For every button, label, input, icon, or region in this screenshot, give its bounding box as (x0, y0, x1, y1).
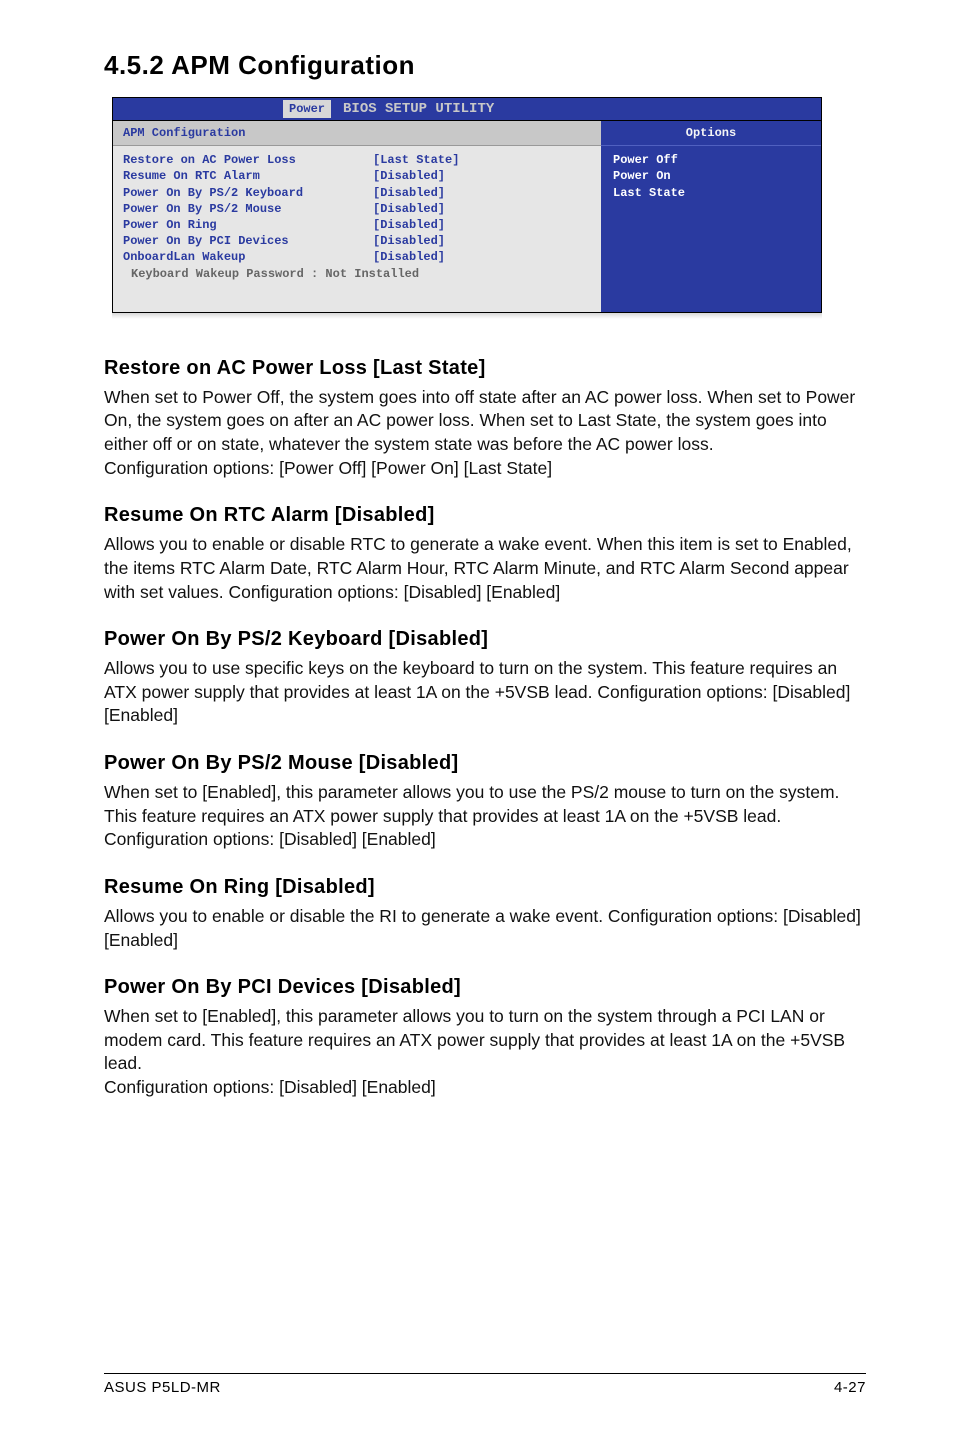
bios-item-label: Restore on AC Power Loss (123, 152, 373, 168)
bios-item-label: Power On By PCI Devices (123, 233, 373, 249)
bios-item-value: [Disabled] (373, 233, 445, 249)
bios-item-row: Resume On RTC Alarm [Disabled] (123, 168, 591, 184)
bios-item-value: [Last State] (373, 152, 459, 168)
bios-item-row: Power On Ring [Disabled] (123, 217, 591, 233)
section-title: Resume On RTC Alarm [Disabled] (104, 502, 866, 529)
bios-item-row: Restore on AC Power Loss [Last State] (123, 152, 591, 168)
footer-right: 4-27 (834, 1378, 866, 1398)
page-footer: ASUS P5LD-MR 4-27 (104, 1373, 866, 1398)
bios-item-row: Power On By PS/2 Keyboard [Disabled] (123, 185, 591, 201)
bios-subline: Keyboard Wakeup Password : Not Installed (123, 266, 591, 282)
section-title: Resume On Ring [Disabled] (104, 874, 866, 901)
bios-options-head: Options (601, 121, 821, 146)
section-body: When set to [Enabled], this parameter al… (104, 781, 866, 852)
section-title: Power On By PS/2 Mouse [Disabled] (104, 750, 866, 777)
page-heading: 4.5.2 APM Configuration (104, 48, 866, 83)
section-body: Allows you to use specific keys on the k… (104, 657, 866, 728)
bios-right-pane: Options Power Off Power On Last State (601, 121, 821, 312)
bios-item-row: OnboardLan Wakeup [Disabled] (123, 249, 591, 265)
bios-option: Power Off (613, 152, 809, 168)
bios-item-value: [Disabled] (373, 217, 445, 233)
bios-screenshot: Power BIOS SETUP UTILITY APM Configurati… (112, 97, 822, 319)
bios-option: Last State (613, 185, 809, 201)
bios-item-value: [Disabled] (373, 168, 445, 184)
bios-items: Restore on AC Power Loss [Last State] Re… (113, 146, 601, 312)
bios-left-pane: APM Configuration Restore on AC Power Lo… (113, 121, 601, 312)
bios-item-value: [Disabled] (373, 249, 445, 265)
bios-item-label: Power On Ring (123, 217, 373, 233)
bios-item-row: Power On By PCI Devices [Disabled] (123, 233, 591, 249)
footer-left: ASUS P5LD-MR (104, 1378, 221, 1398)
bios-options-body: Power Off Power On Last State (601, 146, 821, 231)
bios-item-label: Resume On RTC Alarm (123, 168, 373, 184)
section-title: Power On By PCI Devices [Disabled] (104, 974, 866, 1001)
section-title: Power On By PS/2 Keyboard [Disabled] (104, 626, 866, 653)
section-body: Allows you to enable or disable the RI t… (104, 905, 866, 952)
bios-body: APM Configuration Restore on AC Power Lo… (112, 120, 822, 313)
bios-item-value: [Disabled] (373, 185, 445, 201)
bios-option: Power On (613, 168, 809, 184)
bios-item-label: Power On By PS/2 Keyboard (123, 185, 373, 201)
section-title: Restore on AC Power Loss [Last State] (104, 355, 866, 382)
bios-section-head: APM Configuration (113, 121, 601, 146)
section-body: Allows you to enable or disable RTC to g… (104, 533, 866, 604)
section-body: When set to [Enabled], this parameter al… (104, 1005, 866, 1100)
bios-active-tab: Power (283, 100, 331, 118)
section-body: When set to Power Off, the system goes i… (104, 386, 866, 481)
bios-item-label: OnboardLan Wakeup (123, 249, 373, 265)
page: 4.5.2 APM Configuration Power BIOS SETUP… (0, 0, 954, 1438)
bios-shadow (112, 313, 822, 319)
bios-item-row: Power On By PS/2 Mouse [Disabled] (123, 201, 591, 217)
bios-title-bar: Power BIOS SETUP UTILITY (112, 97, 822, 120)
bios-utility-title: BIOS SETUP UTILITY (343, 100, 494, 119)
bios-item-value: [Disabled] (373, 201, 445, 217)
bios-item-label: Power On By PS/2 Mouse (123, 201, 373, 217)
